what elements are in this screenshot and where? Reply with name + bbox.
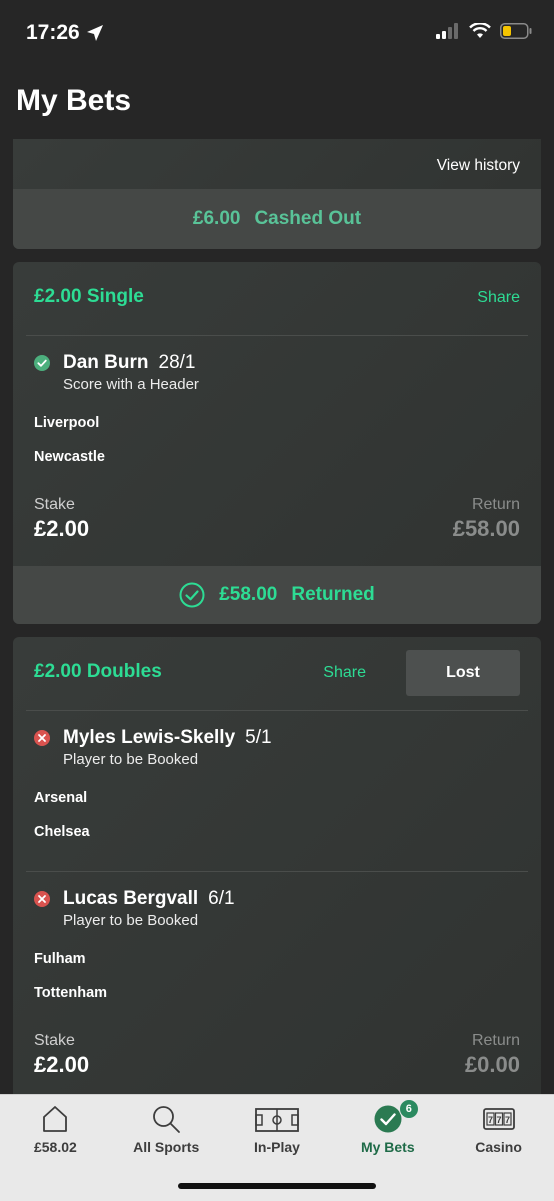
home-team: Arsenal [34,790,88,806]
cashed-out-amount: £6.00 [192,208,241,229]
svg-text:7: 7 [496,1115,501,1125]
home-icon [43,1106,68,1132]
selection-player: Dan Burn [63,352,149,373]
bet-type-title: £2.00 Single [34,286,144,307]
pitch-icon [255,1108,299,1132]
bet-type-title: £2.00 Doubles [34,661,162,682]
selection-market: Player to be Booked [63,912,199,929]
selection-odds: 28/1 [158,352,196,373]
cellular-signal-icon [436,23,458,39]
status-time-group: 17:26 [26,21,104,45]
lost-status-badge: Lost [406,650,520,696]
selection-odds: 5/1 [245,727,272,748]
check-circle-outline-icon [179,582,205,608]
tab-label: My Bets [360,1139,415,1155]
returned-banner: £58.00 Returned [13,566,541,624]
selection-player: Lucas Bergvall [63,888,199,909]
slot-machine-icon: 7 7 7 [482,1108,515,1130]
selection-name: Myles Lewis-Skelly 5/1 [63,727,272,749]
page-title: My Bets [16,84,132,117]
location-arrow-icon [86,25,103,41]
returned-amount: £58.00 [219,584,278,605]
selection-name: Dan Burn 28/1 [63,352,195,374]
tab-label: All Sports [133,1139,200,1155]
away-team: Newcastle [34,449,105,465]
share-button[interactable]: Share [477,289,520,307]
selection: Lucas Bergvall 6/1 Player to be Booked Fu… [13,872,541,1032]
returned-label: Returned [291,584,375,605]
cashed-out-bet-card: View history £6.00 Cashed Out [13,139,541,249]
tab-casino[interactable]: 7 7 7 Casino [443,1095,554,1201]
away-team: Chelsea [34,824,90,840]
lost-cross-icon [34,730,50,746]
status-time: 17:26 [26,21,80,44]
return-value: £58.00 [452,516,520,541]
cashed-out-label: Cashed Out [254,208,362,229]
return-value: £0.00 [464,1052,520,1077]
selection-market: Score with a Header [63,376,199,393]
stake-return-row: Stake £2.00 Return £0.00 [13,1032,541,1094]
stake-label: Stake [34,496,75,513]
status-indicators [436,23,532,39]
home-team: Fulham [34,951,86,967]
selection-name: Lucas Bergvall 6/1 [63,888,235,910]
tab-label: Casino [475,1139,522,1155]
return-label: Return [471,496,520,513]
selection-odds: 6/1 [208,888,235,909]
bet-card-header: £2.00 Doubles Share Lost [13,637,541,710]
won-check-icon [34,355,50,371]
stake-value: £2.00 [34,1052,90,1077]
lost-cross-icon [34,891,50,907]
stake-label: Stake [34,1032,75,1049]
selection: Myles Lewis-Skelly 5/1 Player to be Booke… [13,711,541,871]
share-button[interactable]: Share [323,664,366,682]
svg-text:7: 7 [488,1115,493,1125]
stake-return-row: Stake £2.00 Return £58.00 [13,496,541,566]
bets-count-badge: 6 [398,1099,419,1119]
selection: Dan Burn 28/1 Score with a Header Liverpo… [13,336,541,496]
wifi-icon [469,23,491,38]
tab-home[interactable]: £58.02 [0,1095,111,1201]
svg-text:7: 7 [505,1115,510,1125]
selection-market: Player to be Booked [63,751,199,768]
away-team: Tottenham [34,985,108,1001]
single-bet-card: £2.00 Single Share Dan Burn 28/1 Score wi… [13,262,541,624]
cashed-out-banner: £6.00 Cashed Out [13,189,541,249]
view-history-link[interactable]: View history [437,157,520,175]
home-team: Liverpool [34,415,100,431]
tab-label: £58.02 [33,1139,77,1155]
search-icon [153,1106,181,1133]
stake-value: £2.00 [34,516,90,541]
status-bar: 17:26 [0,0,554,70]
tab-label: In-Play [254,1139,300,1155]
bet-card-header: £2.00 Single Share [13,262,541,335]
return-label: Return [471,1032,520,1049]
home-indicator [178,1183,376,1189]
doubles-bet-card: £2.00 Doubles Share Lost Myles Lewis-Ske… [13,637,541,1094]
bets-list[interactable]: View history £6.00 Cashed Out £2.00 Sing… [13,139,541,1094]
battery-icon [500,23,532,39]
selection-player: Myles Lewis-Skelly [63,727,236,748]
